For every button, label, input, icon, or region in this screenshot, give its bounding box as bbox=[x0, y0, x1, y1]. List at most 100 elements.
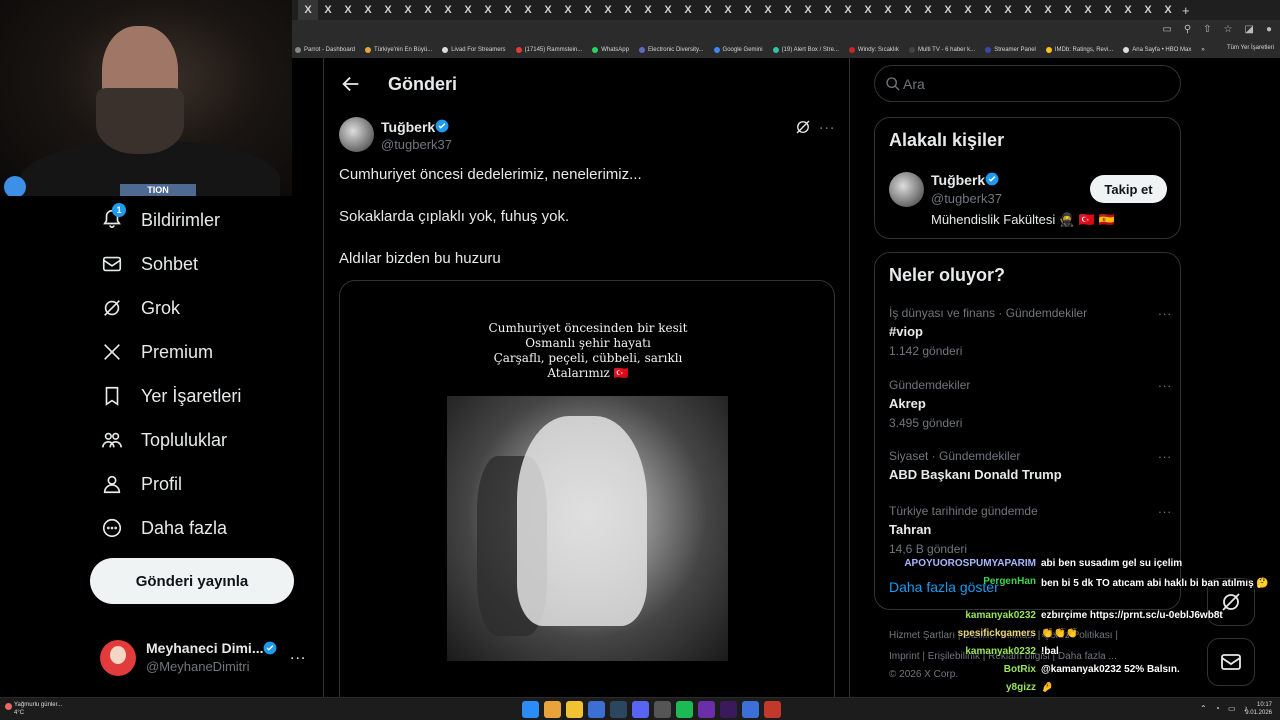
browser-tab[interactable]: X bbox=[658, 0, 678, 20]
browser-tab[interactable]: X bbox=[1158, 0, 1178, 20]
trend-item[interactable]: Siyaset · Gündemdekiler ABD Başkanı Dona… bbox=[889, 446, 1172, 482]
trend-more-icon[interactable]: ... bbox=[1158, 375, 1172, 390]
browser-tab[interactable]: X bbox=[818, 0, 838, 20]
trend-item[interactable]: İş dünyası ve finans · Gündemdekiler #vi… bbox=[889, 303, 1172, 358]
browser-tab[interactable]: X bbox=[998, 0, 1018, 20]
browser-tab[interactable]: X bbox=[858, 0, 878, 20]
search-bar[interactable] bbox=[874, 65, 1181, 102]
author-name[interactable]: Tuğberk bbox=[381, 119, 435, 135]
browser-tab[interactable]: X bbox=[958, 0, 978, 20]
search-input[interactable] bbox=[903, 67, 1173, 100]
nav-messages[interactable]: Sohbet bbox=[90, 242, 320, 286]
account-switcher[interactable]: Meyhaneci Dimi... @MeyhaneDimitri ... bbox=[100, 638, 310, 678]
browser-tab[interactable]: X bbox=[618, 0, 638, 20]
weather-widget[interactable]: Yağmurlu günler... 4°C bbox=[5, 701, 62, 717]
app-dark-icon[interactable] bbox=[720, 701, 737, 718]
browser-tab[interactable]: X bbox=[378, 0, 398, 20]
bookmark-item[interactable]: Google Gemini bbox=[713, 47, 763, 53]
bookmark-item[interactable]: Electronic Diversity... bbox=[638, 47, 704, 53]
nav-more[interactable]: Daha fazla bbox=[90, 506, 320, 550]
discord-icon[interactable] bbox=[632, 701, 649, 718]
steam-icon[interactable] bbox=[610, 701, 627, 718]
browser-tab[interactable]: X bbox=[678, 0, 698, 20]
app-red-icon[interactable] bbox=[764, 701, 781, 718]
account-more-icon[interactable]: ... bbox=[290, 646, 306, 664]
app-grey-icon[interactable] bbox=[654, 701, 671, 718]
browser-tab[interactable]: X bbox=[1138, 0, 1158, 20]
browser-tab[interactable]: X bbox=[978, 0, 998, 20]
browser-tab[interactable]: X bbox=[358, 0, 378, 20]
screen-icon[interactable]: ▭ bbox=[1162, 24, 1171, 35]
bookmark-item[interactable]: Streamer Panel bbox=[985, 47, 1036, 53]
app-blue-icon[interactable] bbox=[588, 701, 605, 718]
browser-tab[interactable]: X bbox=[398, 0, 418, 20]
browser-tab[interactable]: X bbox=[318, 0, 338, 20]
profile-icon[interactable]: ● bbox=[1266, 24, 1272, 35]
browser-tab[interactable]: X bbox=[498, 0, 518, 20]
trend-more-icon[interactable]: ... bbox=[1158, 446, 1172, 461]
app-active-icon[interactable] bbox=[742, 701, 759, 718]
all-bookmarks[interactable]: Tüm Yer İşaretleri bbox=[1227, 45, 1274, 51]
back-arrow-icon[interactable] bbox=[340, 73, 362, 95]
bookmarks-overflow[interactable]: » bbox=[1201, 47, 1204, 53]
nav-bookmarks[interactable]: Yer İşaretleri bbox=[90, 374, 320, 418]
browser-tab[interactable]: X bbox=[898, 0, 918, 20]
post-video[interactable]: Cumhuriyet öncesinden bir kesit Osmanlı … bbox=[339, 280, 835, 720]
star-icon[interactable]: ☆ bbox=[1224, 24, 1233, 35]
grok-icon[interactable] bbox=[794, 118, 812, 136]
extensions-icon[interactable]: ◪ bbox=[1245, 24, 1254, 35]
browser-tab[interactable]: X bbox=[518, 0, 538, 20]
nav-communities[interactable]: Topluluklar bbox=[90, 418, 320, 462]
new-tab-button[interactable]: + bbox=[1182, 3, 1190, 18]
nav-grok[interactable]: Grok bbox=[90, 286, 320, 330]
browser-tab[interactable]: X bbox=[738, 0, 758, 20]
browser-tab[interactable]: X bbox=[798, 0, 818, 20]
browser-tab[interactable]: X bbox=[1038, 0, 1058, 20]
browser-tab[interactable]: X bbox=[778, 0, 798, 20]
browser-tab[interactable]: X bbox=[1018, 0, 1038, 20]
browser-tab[interactable]: X bbox=[938, 0, 958, 20]
spotify-icon[interactable] bbox=[676, 701, 693, 718]
chrome-icon[interactable] bbox=[544, 701, 561, 718]
bookmark-item[interactable]: Parrot - Dashboard bbox=[295, 47, 355, 53]
post-more-icon[interactable]: ... bbox=[819, 116, 835, 134]
browser-tab[interactable]: X bbox=[418, 0, 438, 20]
browser-tab[interactable]: X bbox=[878, 0, 898, 20]
browser-tab[interactable]: X bbox=[698, 0, 718, 20]
related-name[interactable]: Tuğberk bbox=[931, 172, 985, 188]
browser-tab[interactable]: X bbox=[338, 0, 358, 20]
trend-more-icon[interactable]: ... bbox=[1158, 501, 1172, 516]
bookmark-item[interactable]: IMDb: Ratings, Revi... bbox=[1045, 47, 1113, 53]
follow-button[interactable]: Takip et bbox=[1090, 175, 1167, 203]
nav-profile[interactable]: Profil bbox=[90, 462, 320, 506]
file-explorer-icon[interactable] bbox=[566, 701, 583, 718]
browser-tab[interactable]: X bbox=[458, 0, 478, 20]
browser-tab[interactable]: X bbox=[478, 0, 498, 20]
bookmark-item[interactable]: Multi TV - 6 haber k... bbox=[908, 47, 975, 53]
related-handle[interactable]: @tugberk37 bbox=[931, 191, 1002, 206]
trend-item[interactable]: Türkiye tarihinde gündemde Tahran 14,6 B… bbox=[889, 501, 1172, 556]
browser-tab[interactable]: X bbox=[718, 0, 738, 20]
trend-item[interactable]: Gündemdekiler Akrep 3.495 gönderi ... bbox=[889, 375, 1172, 430]
app-purple-icon[interactable] bbox=[698, 701, 715, 718]
zoom-icon[interactable]: ⚲ bbox=[1184, 24, 1191, 35]
post-button[interactable]: Gönderi yayınla bbox=[90, 558, 294, 604]
nav-premium[interactable]: Premium bbox=[90, 330, 320, 374]
browser-tab[interactable]: X bbox=[1058, 0, 1078, 20]
browser-tab[interactable]: X bbox=[578, 0, 598, 20]
bookmark-item[interactable]: (17145) Rammstein... bbox=[515, 47, 582, 53]
browser-tab[interactable]: X bbox=[1118, 0, 1138, 20]
bookmark-item[interactable]: Ana Sayfa • HBO Max bbox=[1123, 47, 1191, 53]
bookmark-item[interactable]: WhatsApp bbox=[592, 47, 629, 53]
bookmark-item[interactable]: Livad For Streamers bbox=[442, 47, 506, 53]
related-avatar[interactable] bbox=[889, 172, 924, 207]
browser-tab[interactable]: X bbox=[638, 0, 658, 20]
browser-tab[interactable]: X bbox=[298, 0, 318, 20]
browser-tab[interactable]: X bbox=[758, 0, 778, 20]
trend-more-icon[interactable]: ... bbox=[1158, 303, 1172, 318]
author-avatar[interactable] bbox=[339, 117, 374, 152]
browser-tab[interactable]: X bbox=[1098, 0, 1118, 20]
share-icon[interactable]: ⇧ bbox=[1203, 24, 1211, 35]
nav-notifications[interactable]: 1 Bildirimler bbox=[90, 198, 320, 242]
browser-tab[interactable]: X bbox=[838, 0, 858, 20]
